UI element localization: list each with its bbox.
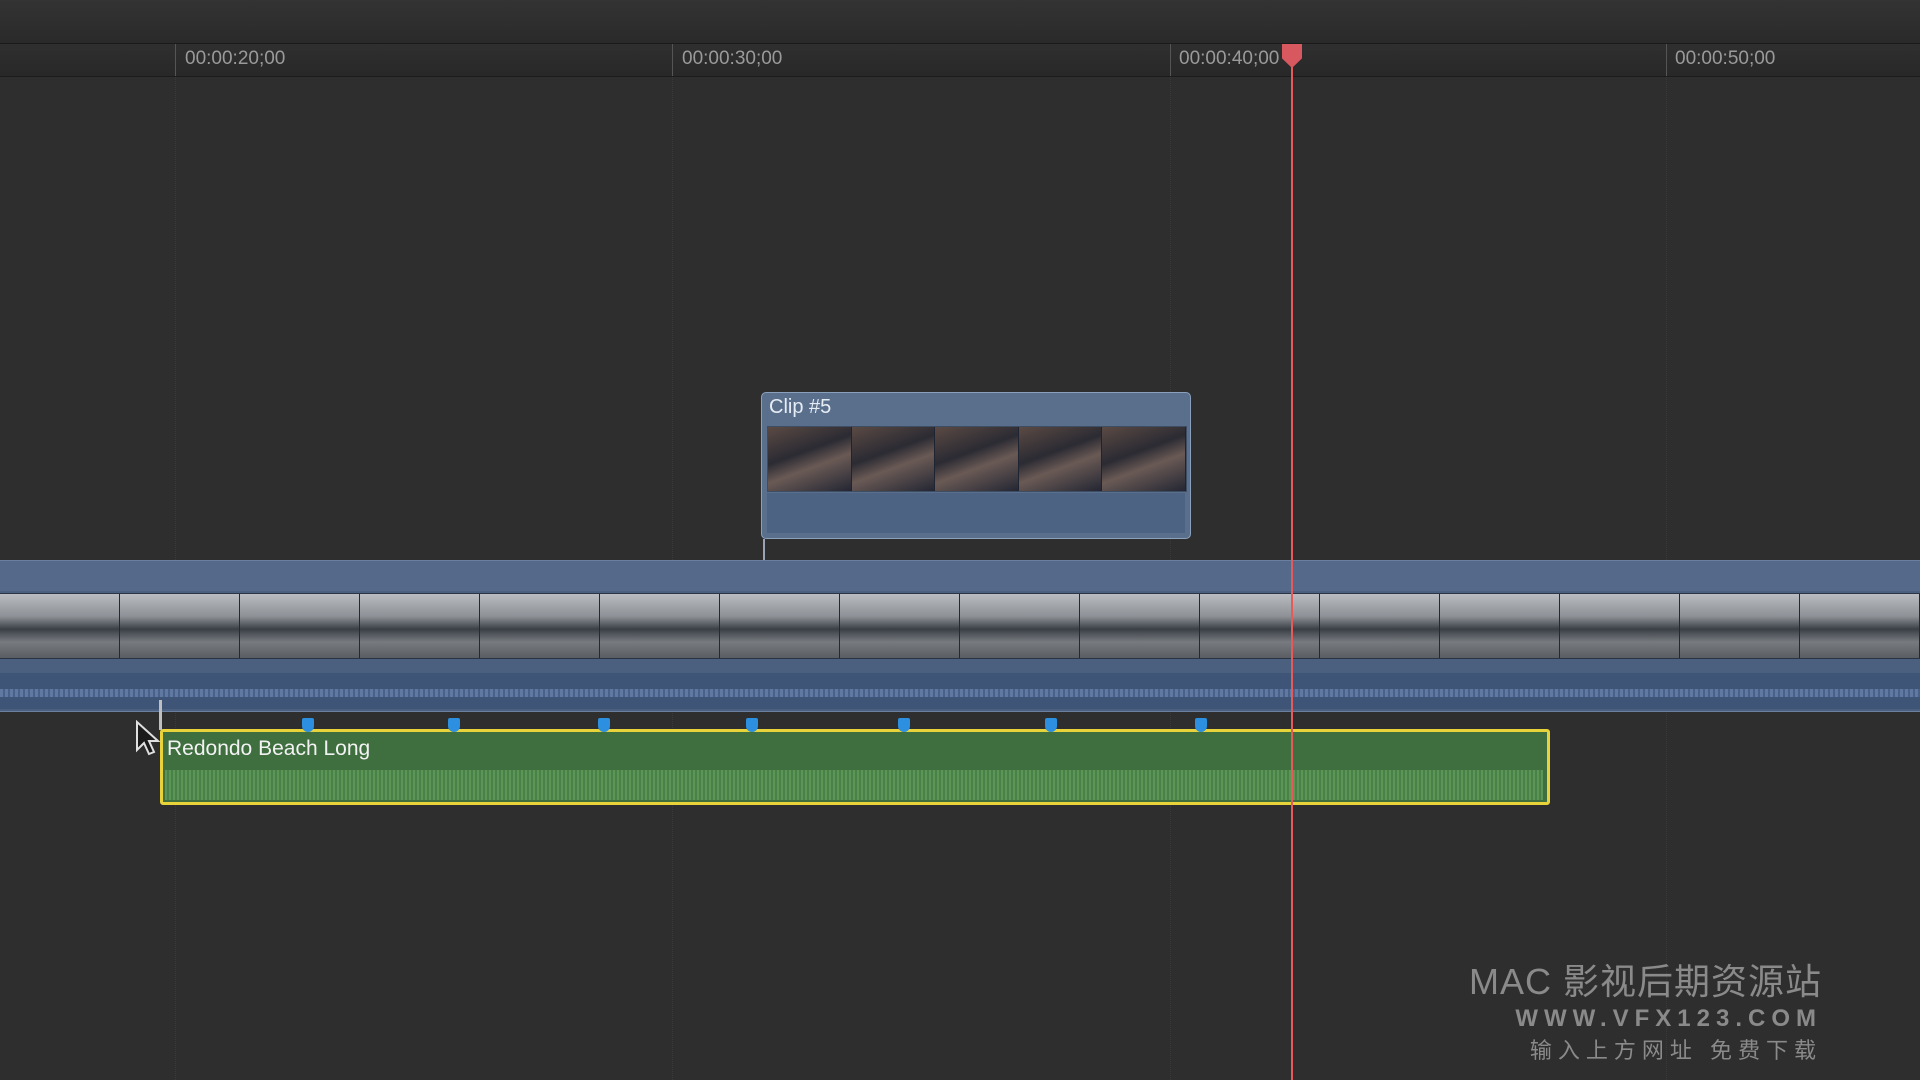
marker-icon[interactable] xyxy=(302,718,314,732)
ruler-timecode: 00:00:40;00 xyxy=(1179,48,1280,69)
primary-storyline[interactable] xyxy=(0,560,1920,712)
filmstrip-frame xyxy=(1800,594,1920,658)
ruler-tick xyxy=(1170,44,1171,76)
filmstrip-frame xyxy=(935,427,1019,491)
watermark-caption: 输入上方网址 免费下载 xyxy=(1529,1038,1822,1063)
filmstrip-frame xyxy=(0,594,120,658)
filmstrip-frame xyxy=(1102,427,1186,491)
ruler-timecode: 00:00:50;00 xyxy=(1675,48,1776,69)
filmstrip-frame xyxy=(1200,594,1320,658)
filmstrip-frame xyxy=(600,594,720,658)
filmstrip-frame xyxy=(1440,594,1560,658)
filmstrip-frame xyxy=(1560,594,1680,658)
filmstrip-frame xyxy=(840,594,960,658)
marker-icon[interactable] xyxy=(746,718,758,732)
filmstrip-frame xyxy=(851,427,936,491)
watermark-url: WWW.VFX123.COM xyxy=(1515,1005,1822,1032)
filmstrip-frame xyxy=(1018,427,1103,491)
watermark-title: MAC 影视后期资源站 xyxy=(1468,961,1822,1002)
clip-title: Clip #5 xyxy=(769,396,832,418)
clip-filmstrip xyxy=(767,426,1187,492)
filmstrip-frame xyxy=(1080,594,1200,658)
primary-audio-waveform xyxy=(0,673,1920,709)
ruler-timecode: 00:00:20;00 xyxy=(185,48,286,69)
filmstrip-frame xyxy=(720,594,840,658)
filmstrip-frame xyxy=(1680,594,1800,658)
filmstrip-frame xyxy=(1320,594,1440,658)
ruler-tick xyxy=(175,44,176,76)
marker-icon[interactable] xyxy=(598,718,610,732)
filmstrip-frame xyxy=(120,594,240,658)
audio-waveform xyxy=(165,770,1543,800)
ruler-tick xyxy=(672,44,673,76)
storyline-header xyxy=(0,561,1920,591)
timeline-ruler[interactable]: 00:00:20;00 00:00:30;00 00:00:40;00 00:0… xyxy=(0,44,1920,77)
filmstrip-frame xyxy=(240,594,360,658)
marker-icon[interactable] xyxy=(1045,718,1057,732)
ruler-timecode: 00:00:30;00 xyxy=(682,48,783,69)
connected-clip[interactable]: Clip #5 xyxy=(761,392,1191,539)
audio-clip-title: Redondo Beach Long xyxy=(167,737,371,760)
filmstrip-frame xyxy=(768,427,852,491)
clip-audio-waveform xyxy=(767,493,1185,533)
marker-icon[interactable] xyxy=(448,718,460,732)
top-toolbar xyxy=(0,0,1920,44)
arrow-cursor-icon xyxy=(135,719,161,762)
ruler-tick xyxy=(1666,44,1667,76)
filmstrip-frame xyxy=(960,594,1080,658)
waveform-shape xyxy=(0,689,1920,697)
watermark: MAC 影视后期资源站 WWW.VFX123.COM 输入上方网址 免费下载 xyxy=(1469,953,1822,1065)
playhead-line[interactable] xyxy=(1291,58,1293,1080)
audio-clip[interactable]: Redondo Beach Long xyxy=(160,729,1550,805)
primary-filmstrip xyxy=(0,593,1920,659)
filmstrip-frame xyxy=(480,594,600,658)
marker-icon[interactable] xyxy=(1195,718,1207,732)
marker-icon[interactable] xyxy=(898,718,910,732)
filmstrip-frame xyxy=(360,594,480,658)
